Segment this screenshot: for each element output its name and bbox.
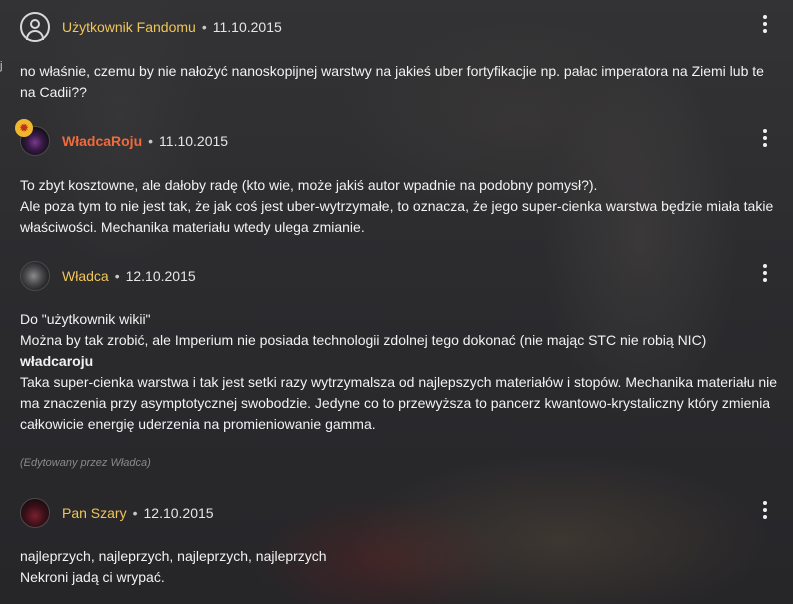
comment-author[interactable]: WładcaRoju [62,133,142,149]
comment-body: najleprzych, najleprzych, najleprzych, n… [20,546,780,588]
red-creature-avatar[interactable] [20,498,50,528]
comment-header: Użytkownik Fandomu • 11.10.2015 [20,11,282,43]
star-badge-icon: ✹ [15,119,33,137]
comment-text: no właśnie, czemu by nie nałożyć nanosko… [20,63,764,100]
comment-body: Do "użytkownik wikii" Można by tak zrobi… [20,309,780,435]
comment-date: 11.10.2015 [212,19,282,35]
comment-text: Taka super-cienka warstwa i tak jest set… [20,374,778,432]
comment-body: To zbyt kosztowne, ale dałoby radę (kto … [20,175,780,238]
comment-date: 12.10.2015 [125,268,196,284]
comment-header: Pan Szary • 12.10.2015 [20,497,214,529]
comment-text: Do "użytkownik wikii" [20,311,151,327]
separator-dot: • [201,19,207,35]
comment-body: no właśnie, czemu by nie nałożyć nanosko… [20,61,780,103]
comment-text: Można by tak zrobić, ale Imperium nie po… [20,332,707,348]
edge-mark: j [0,60,3,72]
hive-tyrant-avatar[interactable]: ✹ [15,119,50,156]
more-vertical-icon[interactable] [757,12,773,36]
more-vertical-icon[interactable] [757,498,773,522]
more-vertical-icon[interactable] [757,261,773,285]
separator-dot: • [132,505,138,521]
comment-text: Nekroni jadą ci wrypać. [20,569,165,585]
more-vertical-icon[interactable] [757,126,773,150]
separator-dot: • [114,268,120,284]
default-user-icon[interactable] [20,12,50,42]
comment-author[interactable]: Władca [62,268,109,284]
edited-note: (Edytowany przez Władca) [20,457,151,469]
comment-text: najleprzych, najleprzych, najleprzych, n… [20,548,327,564]
comment-date: 11.10.2015 [159,133,229,149]
comment-author[interactable]: Pan Szary [62,505,127,521]
separator-dot: • [148,133,154,149]
comment-text: Ale poza tym to nie jest tak, że jak coś… [20,198,774,235]
helmet-avatar[interactable] [20,261,50,291]
comment-date: 12.10.2015 [143,505,214,521]
comment-header: ✹ WładcaRoju • 11.10.2015 [15,119,229,157]
comment-author[interactable]: Użytkownik Fandomu [62,19,196,35]
comment-mention: władcaroju [20,353,94,369]
comment-text: To zbyt kosztowne, ale dałoby radę (kto … [20,177,598,193]
comment-header: Władca • 12.10.2015 [20,260,196,292]
